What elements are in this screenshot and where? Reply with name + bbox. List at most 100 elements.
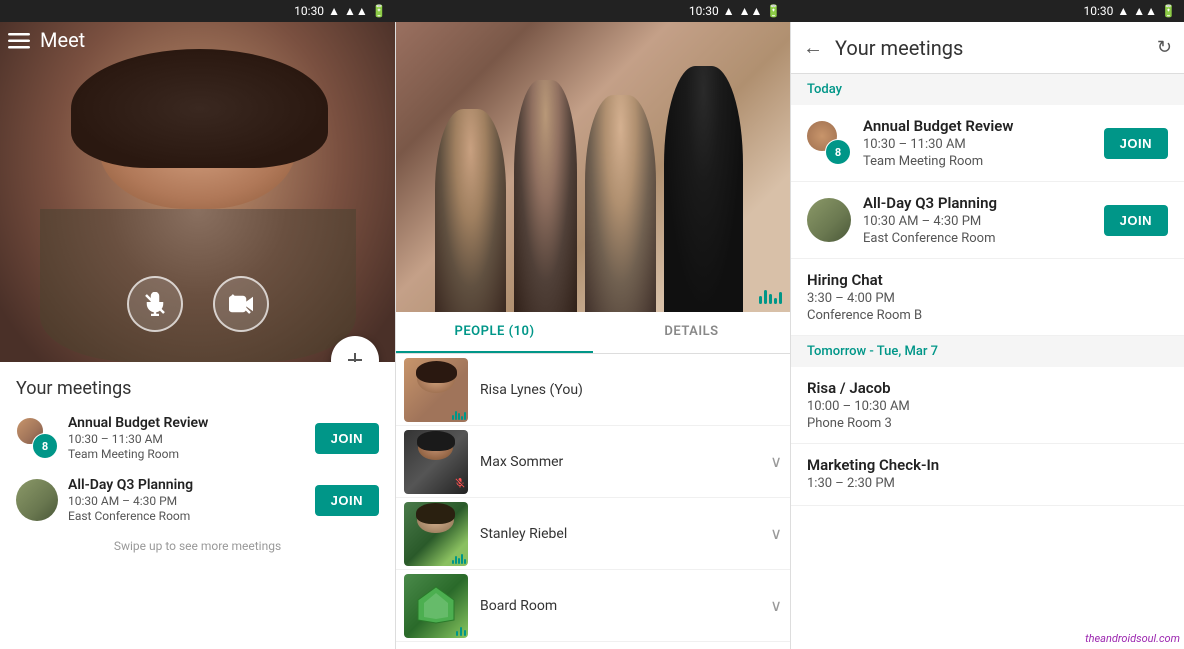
section-tomorrow: Tomorrow - Tue, Mar 7 [791,336,1184,367]
meeting-2-name: All-Day Q3 Planning [68,477,305,493]
panel-3-title: Your meetings [835,36,1157,60]
p3-meeting-2-time: 10:30 AM – 4:30 PM [863,214,1092,229]
p3-meeting-5-time: 1:30 – 2:30 PM [807,476,1168,491]
signal-icon-left: ▲▲ [344,4,368,18]
person-1-name: Risa Lynes (You) [480,382,782,398]
audio-bar-2 [764,290,767,304]
person-item-4[interactable]: Board Room ∨ [396,570,790,642]
audio-bar-1 [759,296,762,304]
time-right: 10:30 [1084,4,1114,18]
signal-icon-center: ▲▲ [739,4,763,18]
meetings-scroll[interactable]: Today 8 Annual Budget Review 10:30 – 11:… [791,74,1184,649]
p3-meeting-1-name: Annual Budget Review [863,117,1092,135]
panel-3-your-meetings: ← Your meetings ↻ Today 8 Annual [790,22,1184,649]
p3-meeting-3-time: 3:30 – 4:00 PM [807,291,1168,306]
person-item-1: Risa Lynes (You) [396,354,790,426]
meetings-heading: Your meetings [16,378,379,399]
person-3-thumb [404,502,468,566]
p3-meeting-4-time: 10:00 – 10:30 AM [807,399,1168,414]
mute-mic-button[interactable] [127,276,183,332]
people-list: Risa Lynes (You) Max Sommer ∨ [396,354,790,649]
avatar-count-1: 8 [32,433,58,459]
person-3-name: Stanley Riebel [480,526,770,542]
meeting-2-join-button[interactable]: JOIN [315,485,379,516]
mute-video-button[interactable] [213,276,269,332]
meeting-1-time: 10:30 – 11:30 AM [68,432,305,446]
audio-bar-3 [769,294,772,304]
meetings-section: Your meetings 8 Annual Budget Review 10:… [0,362,395,649]
p3-meeting-1-time: 10:30 – 11:30 AM [863,137,1092,152]
p3-meeting-2-avatar [807,198,851,242]
panel-3-header: ← Your meetings ↻ [791,22,1184,74]
watermark: theandroidsoul.com [1085,632,1180,645]
menu-icon[interactable] [8,30,30,54]
battery-icon-center: 🔋 [766,4,781,18]
tab-details[interactable]: DETAILS [593,312,790,353]
person-4-thumb [404,574,468,638]
meeting-1-room: Team Meeting Room [68,447,305,461]
battery-icon-left: 🔋 [372,4,387,18]
meeting-1-avatar: 8 [16,417,58,459]
person-1-audio [452,411,466,420]
panel-2-people: PEOPLE (10) DETAILS Risa Lynes (Y [395,22,790,649]
p3-meeting-1-info: Annual Budget Review 10:30 – 11:30 AM Te… [863,117,1092,169]
audio-bar-4 [774,298,777,304]
call-video-top [396,22,790,312]
p3-meeting-3-room: Conference Room B [807,308,1168,323]
p3-meeting-3-name: Hiring Chat [807,271,1168,289]
p3-meeting-4: Risa / Jacob 10:00 – 10:30 AM Phone Room… [791,367,1184,444]
person-4-name: Board Room [480,598,770,614]
person-item-2[interactable]: Max Sommer ∨ [396,426,790,498]
person-2-thumb [404,430,468,494]
meeting-2-avatar [16,479,58,521]
p3-meeting-5-name: Marketing Check-In [807,456,1168,474]
call-audio-indicator [759,290,782,304]
p3-meeting-4-name: Risa / Jacob [807,379,1168,397]
person-item-3[interactable]: Stanley Riebel ∨ [396,498,790,570]
refresh-icon[interactable]: ↻ [1157,37,1172,58]
back-icon[interactable]: ← [803,35,823,60]
panel-1-video-meetings: Meet [0,22,395,649]
p3-meeting-4-room: Phone Room 3 [807,416,1168,431]
person-4-audio [456,627,466,636]
tab-people[interactable]: PEOPLE (10) [396,312,593,353]
person-1-thumb [404,358,468,422]
wifi-icon-right: ▲ [1117,4,1129,18]
wifi-icon-center: ▲ [723,4,735,18]
time-center: 10:30 [689,4,719,18]
p3-meeting-1-join-button[interactable]: JOIN [1104,128,1168,159]
person-3-chevron-icon[interactable]: ∨ [770,524,782,543]
meeting-2-info: All-Day Q3 Planning 10:30 AM – 4:30 PM E… [68,477,305,523]
p3-meeting-2-info: All-Day Q3 Planning 10:30 AM – 4:30 PM E… [863,194,1092,246]
p3-meeting-1-room: Team Meeting Room [863,154,1092,169]
audio-bar-5 [779,292,782,304]
p3-meeting-2-name: All-Day Q3 Planning [863,194,1092,212]
meeting-1-info: Annual Budget Review 10:30 – 11:30 AM Te… [68,415,305,461]
p3-meeting-1: 8 Annual Budget Review 10:30 – 11:30 AM … [791,105,1184,182]
time-left: 10:30 [294,4,324,18]
section-today: Today [791,74,1184,105]
call-controls [0,276,395,332]
swipe-hint: Swipe up to see more meetings [16,539,379,553]
meeting-1-join-button[interactable]: JOIN [315,423,379,454]
meeting-2-room: East Conference Room [68,509,305,523]
p3-meeting-1-avatar: 8 [807,121,851,165]
meeting-1-name: Annual Budget Review [68,415,305,431]
person-2-mute-icon [454,477,466,492]
person-2-chevron-icon[interactable]: ∨ [770,452,782,471]
p3-meeting-5: Marketing Check-In 1:30 – 2:30 PM [791,444,1184,506]
p3-meeting-3: Hiring Chat 3:30 – 4:00 PM Conference Ro… [791,259,1184,336]
main-content: Meet [0,22,1184,649]
app-title: Meet [40,28,85,52]
person-4-chevron-icon[interactable]: ∨ [770,596,782,615]
person-3-audio [452,554,466,564]
signal-icon-right: ▲▲ [1133,4,1157,18]
video-section: Meet [0,22,395,362]
p3-meeting-2: All-Day Q3 Planning 10:30 AM – 4:30 PM E… [791,182,1184,259]
battery-icon-right: 🔋 [1161,4,1176,18]
p3-meeting-2-join-button[interactable]: JOIN [1104,205,1168,236]
panel-3-wrapper: Today 8 Annual Budget Review 10:30 – 11:… [791,74,1184,649]
wifi-icon-left: ▲ [328,4,340,18]
tabs-row: PEOPLE (10) DETAILS [396,312,790,354]
p3-meeting-2-room: East Conference Room [863,231,1092,246]
